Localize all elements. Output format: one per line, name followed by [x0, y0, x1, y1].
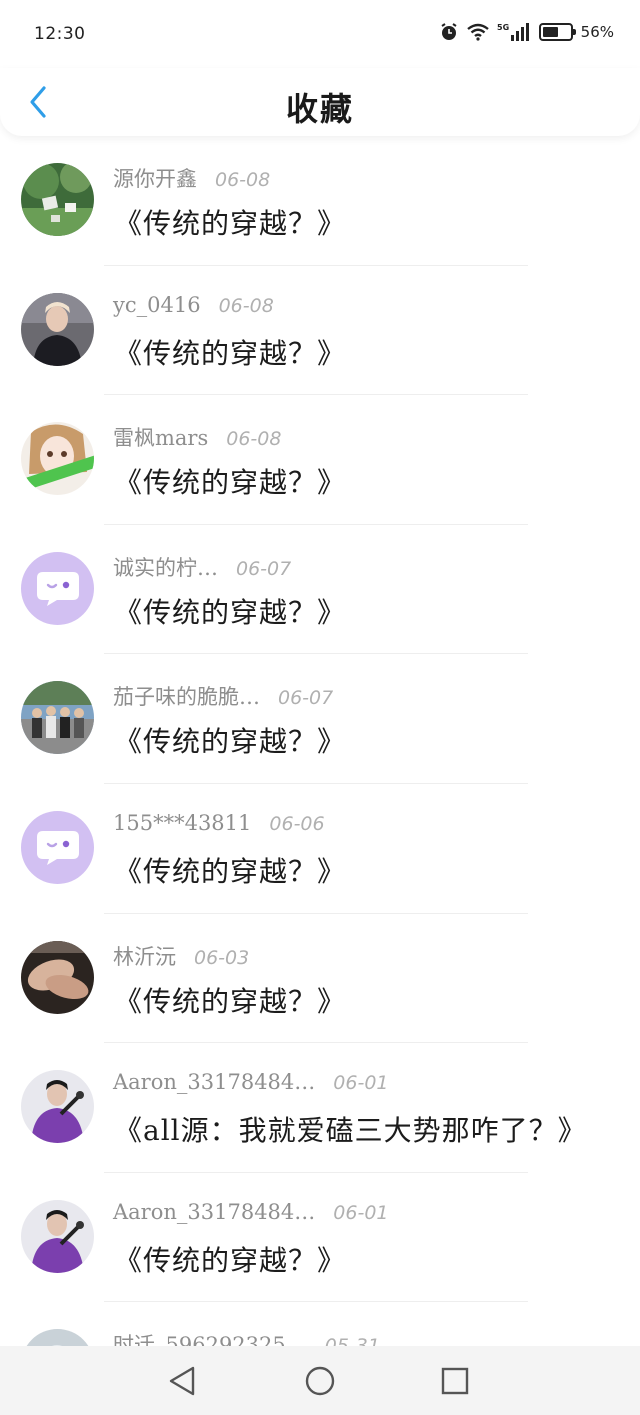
battery-percent: 56% — [580, 23, 614, 41]
list-item[interactable]: 雷枫mars 06-08 《传统的穿越？》 — [0, 395, 640, 525]
favorite-title[interactable]: 《传统的穿越？》 — [114, 332, 346, 372]
username[interactable]: Aaron_33178484… — [113, 1200, 315, 1224]
avatar[interactable] — [21, 681, 94, 755]
date: 06-01 — [333, 1201, 389, 1224]
item-meta: yc_0416 06-08 — [113, 293, 274, 317]
date: 06-08 — [215, 169, 271, 191]
date: 05-31 — [325, 1335, 380, 1346]
username[interactable]: 茄子味的脆脆… — [113, 681, 260, 711]
status-time: 12:30 — [34, 24, 86, 44]
favorites-list: 源你开鑫 06-08 《传统的穿越？》 yc_0416 06-08 《传统的穿越？》 雷枫m… — [0, 136, 640, 1346]
system-nav-bar — [0, 1346, 640, 1415]
favorite-title[interactable]: 《传统的穿越？》 — [114, 850, 346, 890]
alarm-icon — [439, 22, 459, 42]
list-item[interactable]: Aaron_33178484… 06-01 《all源：我就爱磕三大势那咋了？》 — [0, 1043, 640, 1173]
item-meta: Aaron_33178484… 06-01 — [113, 1200, 389, 1224]
list-item[interactable]: 诚实的柠… 06-07 《传统的穿越？》 — [0, 525, 640, 655]
date: 06-07 — [236, 557, 292, 580]
favorite-title[interactable]: 《传统的穿越？》 — [114, 980, 346, 1020]
recents-square-icon[interactable] — [437, 1363, 473, 1399]
wifi-icon — [466, 23, 489, 41]
item-meta: 诚实的柠… 06-07 — [113, 552, 291, 582]
list-item[interactable]: 时迁_596292325… 05-31 — [0, 1302, 640, 1346]
list-item[interactable]: 155***43811 06-06 《传统的穿越？》 — [0, 784, 640, 914]
date: 06-03 — [194, 946, 250, 969]
home-circle-icon[interactable] — [302, 1363, 338, 1399]
username[interactable]: yc_0416 — [113, 293, 201, 317]
avatar[interactable] — [21, 422, 94, 496]
signal-icon: 5G — [497, 22, 531, 42]
item-meta: 茄子味的脆脆… 06-07 — [113, 681, 333, 711]
favorite-title[interactable]: 《传统的穿越？》 — [114, 1239, 346, 1279]
status-icons: 5G 56% — [439, 22, 614, 42]
username[interactable]: 林沂沅 — [113, 941, 176, 971]
battery-level — [542, 27, 558, 37]
avatar[interactable] — [21, 551, 94, 625]
favorite-title[interactable]: 《传统的穿越？》 — [114, 461, 346, 501]
avatar[interactable] — [21, 1070, 94, 1144]
username[interactable]: 源你开鑫 — [113, 163, 197, 193]
date: 06-01 — [333, 1072, 389, 1095]
item-meta: Aaron_33178484… 06-01 — [113, 1070, 389, 1094]
avatar[interactable] — [21, 292, 94, 366]
item-meta: 时迁_596292325… 05-31 — [113, 1329, 380, 1346]
item-meta: 155***43811 06-06 — [113, 811, 325, 835]
header: 收藏 — [0, 68, 640, 136]
item-meta: 源你开鑫 06-08 — [113, 163, 270, 193]
username[interactable]: 诚实的柠… — [113, 552, 218, 582]
page-title: 收藏 — [285, 90, 354, 128]
avatar[interactable] — [21, 1329, 94, 1346]
avatar[interactable] — [21, 940, 94, 1014]
back-triangle-icon[interactable] — [164, 1363, 200, 1399]
username[interactable]: 155***43811 — [113, 811, 251, 835]
battery-icon — [538, 23, 576, 41]
list-item[interactable]: Aaron_33178484… 06-01 《传统的穿越？》 — [0, 1173, 640, 1303]
favorite-title[interactable]: 《传统的穿越？》 — [114, 202, 346, 242]
avatar[interactable] — [21, 163, 94, 236]
item-meta: 林沂沅 06-03 — [113, 941, 249, 971]
item-meta: 雷枫mars 06-08 — [113, 422, 281, 452]
list-item[interactable]: 茄子味的脆脆… 06-07 《传统的穿越？》 — [0, 654, 640, 784]
date: 06-07 — [278, 687, 334, 710]
avatar[interactable] — [21, 810, 94, 884]
username[interactable]: Aaron_33178484… — [113, 1070, 315, 1094]
username[interactable]: 时迁_596292325… — [113, 1329, 307, 1346]
date: 06-08 — [218, 294, 274, 317]
avatar[interactable] — [21, 1199, 94, 1273]
favorite-title[interactable]: 《传统的穿越？》 — [114, 591, 346, 631]
date: 06-06 — [269, 812, 325, 835]
svg-text:5G: 5G — [497, 23, 509, 32]
list-item[interactable]: yc_0416 06-08 《传统的穿越？》 — [0, 266, 640, 396]
username[interactable]: 雷枫mars — [113, 422, 208, 452]
date: 06-08 — [226, 428, 282, 451]
favorite-title[interactable]: 《传统的穿越？》 — [114, 720, 346, 760]
status-bar: 12:30 5G 56% — [0, 0, 640, 68]
favorite-title[interactable]: 《all源：我就爱磕三大势那咋了？》 — [114, 1109, 587, 1149]
list-item[interactable]: 林沂沅 06-03 《传统的穿越？》 — [0, 914, 640, 1044]
list-item[interactable]: 源你开鑫 06-08 《传统的穿越？》 — [0, 136, 640, 266]
